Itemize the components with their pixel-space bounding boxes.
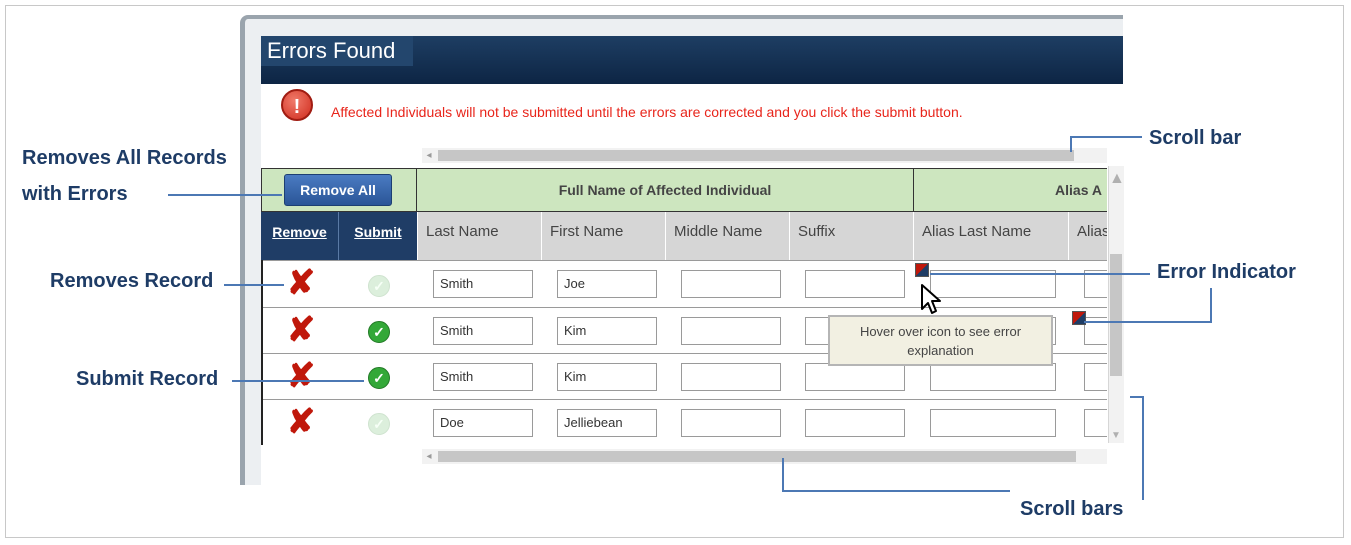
dialog-title-bar: Errors Found xyxy=(261,36,1123,84)
column-header-middle-name: Middle Name xyxy=(665,212,789,260)
column-header-alias: Alias xyxy=(1068,212,1107,260)
error-tooltip: Hover over icon to see error explanation xyxy=(828,315,1053,366)
submit-record-check-icon[interactable]: ✓ xyxy=(368,367,390,389)
suffix-field[interactable] xyxy=(805,270,905,298)
first-name-field[interactable]: Joe xyxy=(557,270,657,298)
remove-all-header: Remove All xyxy=(261,168,417,212)
submit-record-check-icon: ✓ xyxy=(368,413,390,435)
column-header-suffix: Suffix xyxy=(789,212,913,260)
remove-record-x-icon[interactable]: ✘ xyxy=(265,400,337,445)
submit-record-check-icon: ✓ xyxy=(368,275,390,297)
suffix-field[interactable] xyxy=(805,409,905,437)
middle-name-field[interactable] xyxy=(681,409,781,437)
first-name-field[interactable]: Kim xyxy=(557,363,657,391)
top-horizontal-scrollbar[interactable]: ◂ xyxy=(422,148,1107,163)
callout-remove-all-line2: with Errors xyxy=(22,183,128,205)
callout-error-indicator: Error Indicator xyxy=(1157,261,1296,283)
error-alert-icon: ! xyxy=(281,89,313,121)
callout-line xyxy=(1070,136,1072,152)
scroll-left-icon[interactable]: ◂ xyxy=(422,148,436,163)
callout-line xyxy=(1210,288,1212,322)
alert-message: Affected Individuals will not be submitt… xyxy=(331,104,963,120)
mouse-pointer-icon xyxy=(921,284,941,314)
remove-record-x-icon[interactable]: ✘ xyxy=(265,354,337,400)
remove-all-button[interactable]: Remove All xyxy=(284,174,392,206)
callout-line xyxy=(1142,396,1144,500)
callout-scroll-bars: Scroll bars xyxy=(1020,498,1124,520)
callout-removes-record: Removes Record xyxy=(50,270,214,292)
middle-name-field[interactable] xyxy=(681,270,781,298)
last-name-field[interactable]: Smith xyxy=(433,317,533,345)
alias-field[interactable] xyxy=(1084,363,1107,391)
scroll-down-icon[interactable]: ▼ xyxy=(1109,430,1123,441)
callout-line xyxy=(1084,321,1212,323)
dialog-title: Errors Found xyxy=(261,36,414,66)
last-name-field[interactable]: Smith xyxy=(433,270,533,298)
callout-line xyxy=(232,380,364,382)
alias-last-name-field[interactable] xyxy=(930,363,1056,391)
callout-line xyxy=(168,194,282,196)
column-header-alias-last-name: Alias Last Name xyxy=(913,212,1068,260)
scroll-left-icon[interactable]: ◂ xyxy=(422,449,436,464)
affected-individuals-table: Remove All Full Name of Affected Individ… xyxy=(261,168,1107,445)
column-header-first-name: First Name xyxy=(541,212,665,260)
callout-line xyxy=(1070,136,1142,138)
alias-field[interactable] xyxy=(1084,409,1107,437)
column-header-last-name: Last Name xyxy=(417,212,541,260)
last-name-field[interactable]: Smith xyxy=(433,363,533,391)
callout-line xyxy=(224,284,284,286)
suffix-field[interactable] xyxy=(805,363,905,391)
scroll-up-icon[interactable]: ▲ xyxy=(1109,170,1125,188)
column-header-submit[interactable]: Submit xyxy=(339,212,417,260)
middle-name-field[interactable] xyxy=(681,317,781,345)
alias-last-name-field[interactable] xyxy=(930,409,1056,437)
callout-line xyxy=(782,490,1010,492)
callout-line xyxy=(930,273,1150,275)
last-name-field[interactable]: Doe xyxy=(433,409,533,437)
first-name-field[interactable]: Jelliebean xyxy=(557,409,657,437)
submit-record-check-icon[interactable]: ✓ xyxy=(368,321,390,343)
vertical-scrollbar[interactable]: ▲ ▼ xyxy=(1108,166,1125,443)
first-name-field[interactable]: Kim xyxy=(557,317,657,345)
scrollbar-thumb[interactable] xyxy=(438,451,1076,462)
column-header-remove[interactable]: Remove xyxy=(261,212,339,260)
callout-submit-record: Submit Record xyxy=(76,368,219,390)
middle-name-field[interactable] xyxy=(681,363,781,391)
callout-scroll-bar: Scroll bar xyxy=(1149,127,1242,149)
error-indicator-icon[interactable] xyxy=(915,263,929,277)
table-row: ✘ ✓ Doe Jelliebean xyxy=(263,399,1107,445)
group-header-alias: Alias A xyxy=(913,168,1107,212)
table-row: ✘ ✓ Smith Joe xyxy=(263,260,1107,307)
group-header-full-name: Full Name of Affected Individual xyxy=(416,168,914,212)
bottom-horizontal-scrollbar[interactable]: ◂ xyxy=(422,449,1107,464)
callout-line xyxy=(782,458,784,490)
remove-record-x-icon[interactable]: ✘ xyxy=(265,308,337,354)
callout-remove-all-line1: Removes All Records xyxy=(22,147,227,169)
scrollbar-thumb[interactable] xyxy=(438,150,1074,161)
